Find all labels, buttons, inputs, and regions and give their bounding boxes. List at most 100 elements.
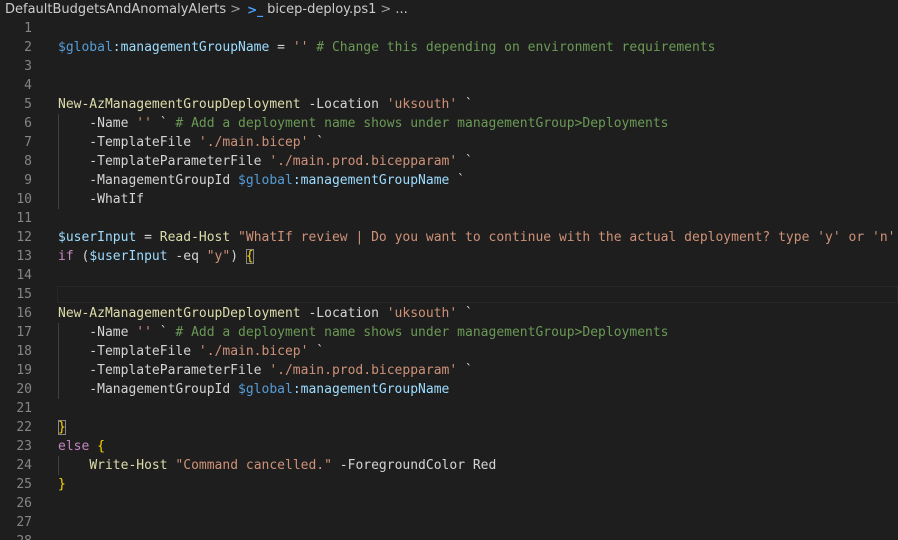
code-line[interactable]: 22} [0,418,898,437]
code-line[interactable]: 1 [0,19,898,38]
code-token: ` [449,173,466,188]
code-line[interactable]: 3 [0,57,898,76]
code-token: } [58,477,66,492]
line-number: 7 [24,135,32,150]
line-number: 4 [24,78,32,93]
line-number: 28 [0,532,32,540]
code-token: ` [457,97,473,112]
code-token: Read-Host [159,230,231,245]
breadcrumb-chevron-icon: > [230,2,242,17]
code-token: } [58,420,66,435]
line-number: 16 [16,306,32,321]
breadcrumb-chevron-icon: > [380,2,392,17]
line-number: 23 [16,439,32,454]
line-number: 3 [24,59,32,74]
code-line[interactable]: 5 New-AzManagementGroupDeployment -Locati… [0,95,898,114]
code-line[interactable]: 18 -TemplateFile './main.bicep' ` [0,342,898,361]
code-token: '' [292,40,309,55]
code-text: } [58,418,66,437]
code-line[interactable]: 20 -ManagementGroupId $global:management… [0,380,898,399]
code-text: New-AzManagementGroupDeployment -Locatio… [58,304,473,323]
code-token: New-AzManagementGroupDeployment [58,97,301,112]
code-token: Write-Host [89,458,168,473]
indent-guide [58,323,59,399]
code-token: ( [73,249,90,264]
line-number: 18 [16,344,32,359]
code-text: $global:managementGroupName = '' # Chang… [58,38,715,57]
code-token: ) [230,249,246,264]
line-number: 14 [16,268,32,283]
code-token: -ManagementGroupId [58,173,239,188]
code-token: -Name [58,325,137,340]
code-line[interactable]: 2 $global:managementGroupName = '' # Chan… [0,38,898,57]
code-token: $global [238,382,293,397]
code-line[interactable]: 14 [0,266,898,285]
line-number: 12 [16,230,32,245]
code-token: ` [457,363,473,378]
code-token: $global [58,40,113,55]
code-text: -TemplateParameterFile './main.prod.bice… [58,152,473,171]
code-text: } [58,475,66,494]
code-line[interactable]: 23 else { [0,437,898,456]
code-line[interactable]: 27 [0,513,898,532]
code-line[interactable]: 17 -Name '' ` # Add a deployment name sh… [0,323,898,342]
code-token: if [58,249,74,264]
code-text: -WhatIf [58,190,144,209]
code-line[interactable]: 9 -ManagementGroupId $global:managementG… [0,171,898,190]
code-token: = [136,230,160,245]
code-text: if ($userInput -eq "y") { [58,247,254,266]
code-line[interactable]: 25} [0,475,898,494]
line-number: 22 [16,420,32,435]
code-text: -TemplateFile './main.bicep' ` [58,342,324,361]
current-line-highlight [57,286,898,303]
line-number: 20 [16,382,32,397]
code-line[interactable]: 28 [0,532,898,540]
breadcrumb-folder[interactable]: DefaultBudgetsAndAnomalyAlerts [5,2,226,17]
code-line[interactable]: 11 [0,209,898,228]
code-token: # Add a deployment name shows under mana… [175,116,669,131]
code-line[interactable]: 6 -Name '' ` # Add a deployment name sho… [0,114,898,133]
breadcrumb: DefaultBudgetsAndAnomalyAlerts > >_ bice… [0,0,898,19]
code-token: -Location [300,97,387,112]
code-line[interactable]: 7 -TemplateFile './main.bicep' ` [0,133,898,152]
code-token: './main.prod.bicepparam' [269,363,458,378]
line-number: 9 [24,173,32,188]
code-token: # Add a deployment name shows under mana… [175,325,669,340]
code-line[interactable]: 8 -TemplateParameterFile './main.prod.bi… [0,152,898,171]
code-line[interactable]: 16 New-AzManagementGroupDeployment -Locat… [0,304,898,323]
line-number: 19 [16,363,32,378]
code-token: ` [308,135,325,150]
code-line[interactable]: 24 Write-Host "Command cancelled." -Fore… [0,456,898,475]
code-text: $userInput = Read-Host "WhatIf review | … [58,228,898,247]
code-token: New-AzManagementGroupDeployment [58,306,301,321]
code-line[interactable]: 15 [0,285,898,304]
line-number: 10 [16,192,32,207]
code-line[interactable]: 10 -WhatIf [0,190,898,209]
code-text: -ManagementGroupId $global:managementGro… [58,380,449,399]
code-line[interactable]: 19 -TemplateParameterFile './main.prod.b… [0,361,898,380]
breadcrumb-more[interactable]: ... [395,2,407,17]
line-number: 2 [24,40,32,55]
code-line[interactable]: 4 [0,76,898,95]
code-token: -WhatIf [58,192,145,207]
code-token: 'uksouth' [386,306,458,321]
indent-guide [58,114,59,209]
line-number: 21 [16,401,32,416]
code-line[interactable]: 13 if ($userInput -eq "y") { [0,247,898,266]
code-token: $userInput [58,230,137,245]
code-line[interactable]: 21 [0,399,898,418]
code-token: -ForegroundColor Red [331,458,497,473]
line-number: 11 [16,211,32,226]
code-token: $global [238,173,293,188]
code-token: = [269,40,293,55]
breadcrumb-file[interactable]: bicep-deploy.ps1 [267,2,376,17]
code-editor[interactable]: 1 2 $global:managementGroupName = '' # Cha… [0,19,898,540]
code-line[interactable]: 26 [0,494,898,513]
line-number: 6 [24,116,32,131]
code-token: { [97,439,105,454]
line-number: 27 [16,515,32,530]
line-number: 24 [16,458,32,473]
code-line[interactable]: 12 $userInput = Read-Host "WhatIf review … [0,228,898,247]
